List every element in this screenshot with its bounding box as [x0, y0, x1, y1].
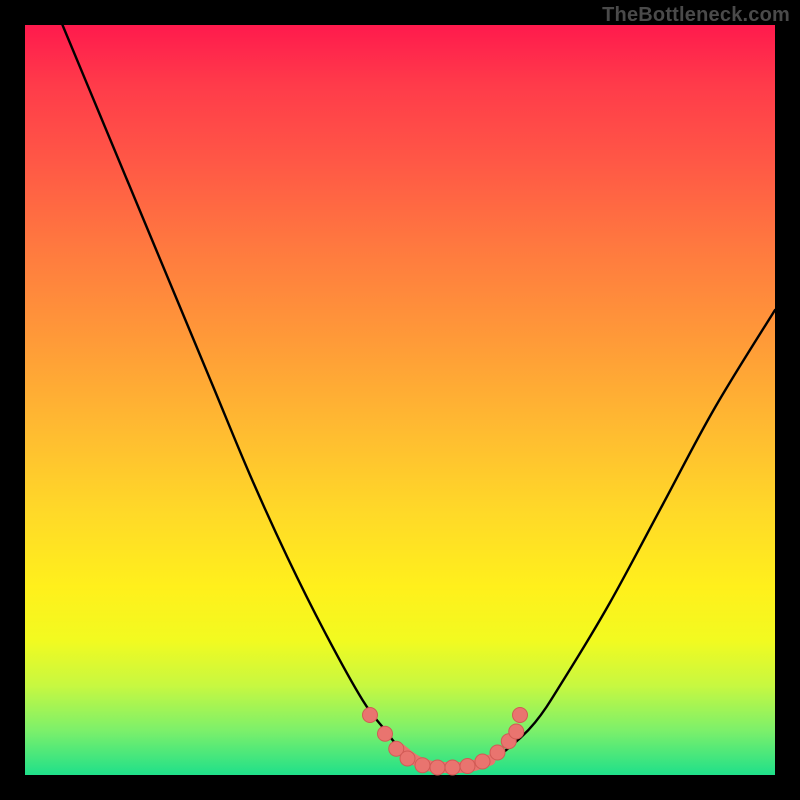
plot-area: [25, 25, 775, 775]
chart-frame: TheBottleneck.com: [0, 0, 800, 800]
curve-svg: [25, 25, 775, 775]
curve-marker: [475, 754, 490, 769]
curve-marker: [513, 708, 528, 723]
curve-markers: [363, 708, 528, 776]
curve-marker: [400, 751, 415, 766]
curve-marker: [430, 760, 445, 775]
curve-marker: [490, 745, 505, 760]
watermark-text: TheBottleneck.com: [602, 4, 790, 27]
curve-marker: [460, 759, 475, 774]
bottleneck-curve: [63, 25, 776, 768]
curve-marker: [363, 708, 378, 723]
curve-marker: [378, 726, 393, 741]
curve-marker: [415, 758, 430, 773]
curve-marker: [445, 760, 460, 775]
curve-marker: [509, 724, 524, 739]
